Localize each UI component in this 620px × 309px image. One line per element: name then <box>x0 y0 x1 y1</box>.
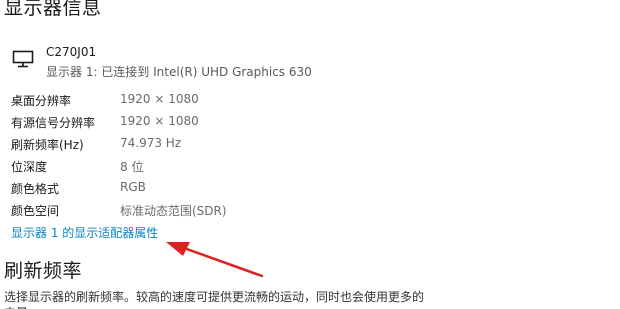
property-value: 标准动态范围(SDR) <box>120 204 227 218</box>
property-row-refresh-rate: 刷新频率(Hz) 74.973 Hz <box>11 136 411 154</box>
display-adapter-properties-link[interactable]: 显示器 1 的显示适配器属性 <box>11 224 158 241</box>
monitor-summary: C270J01 显示器 1: 已连接到 Intel(R) UHD Graphic… <box>12 45 412 82</box>
property-value: RGB <box>120 180 146 194</box>
property-value: 1920 × 1080 <box>120 92 199 106</box>
monitor-name: C270J01 <box>46 45 97 59</box>
property-label: 有源信号分辨率 <box>11 116 96 130</box>
property-row-desktop-resolution: 桌面分辨率 1920 × 1080 <box>11 92 411 110</box>
display-info-title: 显示器信息 <box>4 0 102 19</box>
property-label: 颜色空间 <box>11 204 60 218</box>
refresh-rate-title: 刷新频率 <box>4 260 83 282</box>
property-label: 刷新频率(Hz) <box>11 138 84 152</box>
property-row-bit-depth: 位深度 8 位 <box>11 158 411 176</box>
property-row-color-format: 颜色格式 RGB <box>11 180 411 198</box>
property-row-color-space: 颜色空间 标准动态范围(SDR) <box>11 202 411 220</box>
property-value: 74.973 Hz <box>120 136 182 150</box>
property-value: 8 位 <box>120 160 144 174</box>
monitor-connection: 显示器 1: 已连接到 Intel(R) UHD Graphics 630 <box>46 65 312 79</box>
refresh-rate-description: 选择显示器的刷新频率。较高的速度可提供更流畅的运动，同时也会使用更多的电量。 <box>4 290 425 309</box>
property-label: 位深度 <box>11 160 48 174</box>
property-label: 颜色格式 <box>11 182 60 196</box>
property-row-active-signal-resolution: 有源信号分辨率 1920 × 1080 <box>11 114 411 132</box>
display-info-page: 显示器信息 C270J01 显示器 1: 已连接到 Intel(R) UHD G… <box>0 0 620 309</box>
property-value: 1920 × 1080 <box>120 114 199 128</box>
monitor-icon <box>12 50 34 68</box>
property-label: 桌面分辨率 <box>11 94 72 108</box>
